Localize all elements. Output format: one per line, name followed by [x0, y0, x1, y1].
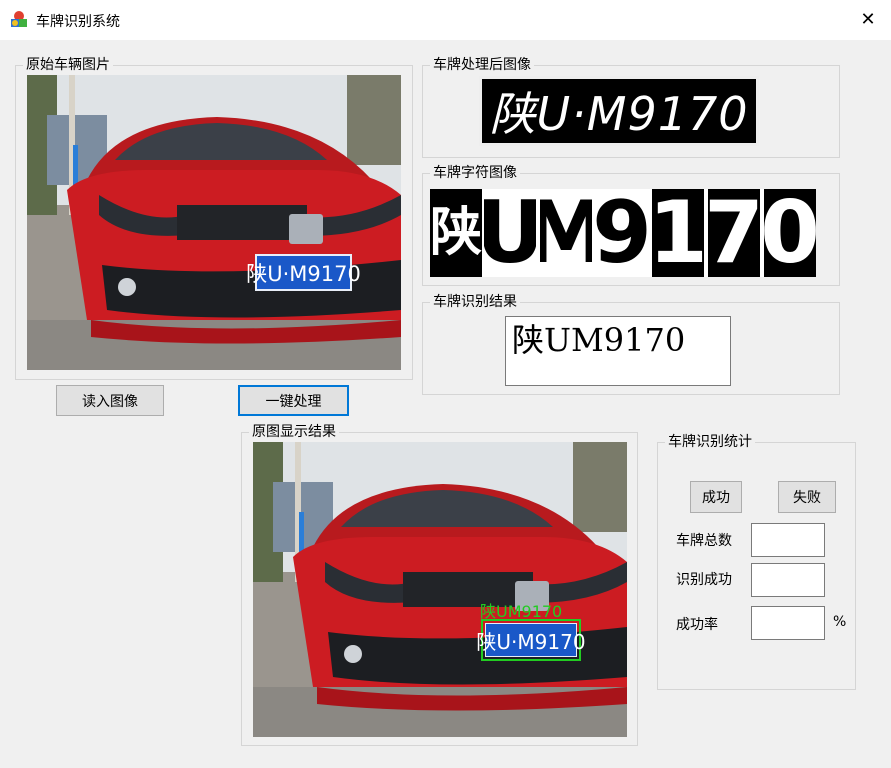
- success-count-field[interactable]: [751, 563, 825, 597]
- load-image-button[interactable]: 读入图像: [56, 385, 164, 416]
- processed-plate-image: 陕U·M9170: [479, 76, 759, 146]
- success-button[interactable]: 成功: [690, 481, 742, 513]
- char-6: 7: [708, 189, 760, 277]
- close-button[interactable]: ✕: [845, 0, 891, 38]
- success-count-label: 识别成功: [676, 572, 732, 588]
- window-title: 车牌识别系统: [36, 14, 120, 30]
- char-4: 9: [596, 189, 648, 277]
- percent-sign: %: [833, 614, 847, 630]
- char-2: U: [484, 189, 536, 277]
- char-1: 陕: [430, 203, 482, 263]
- app-icon: [11, 11, 27, 27]
- stats-group-title: 车牌识别统计: [665, 433, 755, 451]
- plate-chars-strip: 陕 U M 9 1 7 0: [430, 189, 816, 277]
- display-result-image: 陕UM9170 陕U·M9170: [253, 442, 627, 737]
- char-cell-5: 1: [652, 189, 704, 277]
- result-group-title: 车牌识别结果: [430, 293, 520, 311]
- blue-plate: 陕U·M9170: [246, 254, 361, 291]
- success-rate-label: 成功率: [676, 617, 718, 633]
- detected-plate-box: 陕U·M9170: [476, 619, 586, 661]
- char-cell-3: M: [540, 189, 592, 277]
- char-cell-6: 7: [708, 189, 760, 277]
- char-5: 1: [652, 189, 704, 277]
- char-7: 0: [764, 189, 816, 277]
- char-cell-2: U: [484, 189, 536, 277]
- title-bar: 车牌识别系统 ✕: [0, 0, 891, 40]
- blue-plate-text: 陕U·M9170: [246, 261, 361, 286]
- processed-plate-group-title: 车牌处理后图像: [430, 56, 534, 74]
- result-text: 陕UM9170: [512, 321, 686, 359]
- detected-plate-text: 陕U·M9170: [476, 629, 586, 654]
- success-rate-field[interactable]: [751, 606, 825, 640]
- original-image-group-title: 原始车辆图片: [23, 56, 113, 74]
- processed-plate-text: 陕U·M9170: [489, 87, 749, 141]
- total-count-label: 车牌总数: [676, 533, 732, 549]
- plate-chars-group-title: 车牌字符图像: [430, 164, 520, 182]
- result-textbox[interactable]: 陕UM9170: [505, 316, 731, 386]
- fail-button[interactable]: 失败: [778, 481, 836, 513]
- close-icon: ✕: [860, 8, 876, 30]
- car-photo-result-icon: [253, 442, 627, 737]
- detected-plate: 陕U·M9170: [476, 623, 586, 657]
- char-cell-1: 陕: [430, 189, 482, 277]
- char-3: M: [540, 189, 592, 277]
- display-result-group-title: 原图显示结果: [249, 423, 339, 441]
- char-cell-7: 0: [764, 189, 816, 277]
- one-click-process-button[interactable]: 一键处理: [238, 385, 349, 416]
- car-photo-icon: [27, 75, 401, 370]
- char-cell-4: 9: [596, 189, 648, 277]
- total-count-field[interactable]: [751, 523, 825, 557]
- original-car-image: 陕U·M9170: [27, 75, 401, 370]
